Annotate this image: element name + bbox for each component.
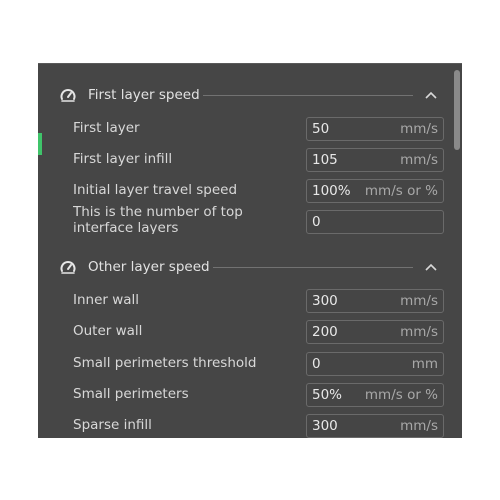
setting-label: Sparse infill xyxy=(73,417,152,433)
field-value: 50% xyxy=(312,387,343,403)
section-divider xyxy=(213,267,413,268)
setting-label: First layer infill xyxy=(73,151,173,167)
small-perimeters-threshold-input[interactable]: 0 mm xyxy=(306,352,444,376)
field-unit: mm/s xyxy=(400,121,438,137)
setting-row-outer-wall: Outer wall 200 mm/s xyxy=(38,320,458,344)
setting-row-small-perimeters-threshold: Small perimeters threshold 0 mm xyxy=(38,352,458,376)
field-value: 50 xyxy=(312,121,330,137)
setting-row-initial-layer-travel-speed: Initial layer travel speed 100% mm/s or … xyxy=(38,179,458,203)
first-layer-speed-input[interactable]: 50 mm/s xyxy=(306,117,444,141)
setting-label: Small perimeters threshold xyxy=(73,355,257,371)
speedometer-icon xyxy=(60,89,76,102)
setting-label: This is the number of top interface laye… xyxy=(73,204,243,234)
chevron-up-icon[interactable] xyxy=(425,91,437,99)
setting-row-inner-wall: Inner wall 300 mm/s xyxy=(38,289,458,313)
section-title: First layer speed xyxy=(88,87,200,103)
setting-label: Inner wall xyxy=(73,292,140,308)
top-interface-layers-input[interactable]: 0 xyxy=(306,210,444,234)
small-perimeters-speed-input[interactable]: 50% mm/s or % xyxy=(306,383,444,407)
speedometer-icon xyxy=(60,261,76,274)
field-value: 300 xyxy=(312,293,338,309)
setting-row-small-perimeters: Small perimeters 50% mm/s or % xyxy=(38,383,458,407)
field-unit: mm/s xyxy=(400,152,438,168)
outer-wall-speed-input[interactable]: 200 mm/s xyxy=(306,320,444,344)
field-value: 200 xyxy=(312,324,338,340)
chevron-up-icon[interactable] xyxy=(425,263,437,271)
field-value: 100% xyxy=(312,183,351,199)
field-unit: mm/s xyxy=(400,324,438,340)
setting-label: Outer wall xyxy=(73,323,143,339)
sparse-infill-speed-input[interactable]: 300 mm/s xyxy=(306,414,444,438)
setting-row-first-layer: First layer 50 mm/s xyxy=(38,117,458,141)
field-unit: mm/s or % xyxy=(364,183,438,199)
field-unit: mm/s or % xyxy=(364,387,438,403)
inner-wall-speed-input[interactable]: 300 mm/s xyxy=(306,289,444,313)
section-header-other-layer-speed[interactable]: Other layer speed xyxy=(38,255,448,279)
field-value: 0 xyxy=(312,356,321,372)
first-layer-infill-speed-input[interactable]: 105 mm/s xyxy=(306,148,444,172)
setting-label: First layer xyxy=(73,120,140,136)
settings-panel: First layer speed First layer 50 mm/s Fi… xyxy=(38,63,462,438)
setting-row-top-interface-layers: This is the number of top interface laye… xyxy=(38,204,458,234)
setting-label: Small perimeters xyxy=(73,386,189,402)
setting-row-first-layer-infill: First layer infill 105 mm/s xyxy=(38,148,458,172)
field-unit: mm/s xyxy=(400,293,438,309)
setting-label: Initial layer travel speed xyxy=(73,182,238,198)
section-header-first-layer-speed[interactable]: First layer speed xyxy=(38,83,448,107)
field-value: 105 xyxy=(312,152,338,168)
field-unit: mm/s xyxy=(400,418,438,434)
section-title: Other layer speed xyxy=(88,259,210,275)
field-value: 300 xyxy=(312,418,338,434)
initial-layer-travel-speed-input[interactable]: 100% mm/s or % xyxy=(306,179,444,203)
setting-row-sparse-infill: Sparse infill 300 mm/s xyxy=(38,414,458,438)
field-value: 0 xyxy=(312,214,321,230)
field-unit: mm xyxy=(411,356,438,372)
section-divider xyxy=(203,95,413,96)
